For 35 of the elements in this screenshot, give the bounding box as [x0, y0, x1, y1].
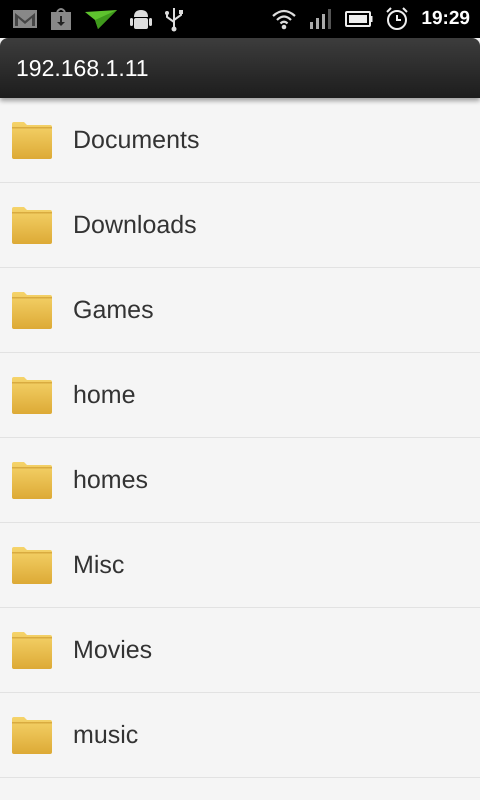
folder-row[interactable]: homes	[0, 438, 480, 523]
signal-icon	[309, 8, 334, 30]
folder-name: Misc	[73, 550, 124, 580]
folder-row[interactable]: Misc	[0, 523, 480, 608]
folder-icon	[10, 375, 54, 415]
battery-icon	[345, 10, 374, 28]
folder-icon	[10, 630, 54, 670]
folder-icon	[10, 545, 54, 585]
folder-row[interactable]: music	[0, 693, 480, 778]
mail-icon	[12, 9, 38, 29]
wifi-icon	[271, 8, 298, 30]
folder-row[interactable]: Documents	[0, 98, 480, 183]
folder-row[interactable]: Games	[0, 268, 480, 353]
window-title: 192.168.1.11	[16, 54, 149, 82]
folder-icon	[10, 120, 54, 160]
folder-icon	[10, 205, 54, 245]
folder-name: Movies	[73, 636, 152, 664]
folder-name: Games	[73, 296, 154, 324]
paper-plane-icon	[84, 8, 118, 30]
folder-name: Downloads	[73, 210, 197, 240]
folder-icon	[10, 715, 54, 755]
download-icon	[50, 7, 72, 31]
folder-name: Documents	[73, 126, 200, 154]
folder-row[interactable]: Movies	[0, 608, 480, 693]
folder-name: music	[73, 720, 138, 750]
folder-name: home	[73, 380, 136, 410]
android-icon	[130, 7, 152, 31]
folder-row[interactable]: home	[0, 353, 480, 438]
folder-row[interactable]: Downloads	[0, 183, 480, 268]
folder-name: homes	[73, 466, 148, 494]
folder-icon	[10, 290, 54, 330]
folder-icon	[10, 460, 54, 500]
usb-icon	[164, 6, 184, 32]
alarm-clock-icon	[385, 7, 410, 31]
clock-time: 19:29	[421, 8, 470, 30]
